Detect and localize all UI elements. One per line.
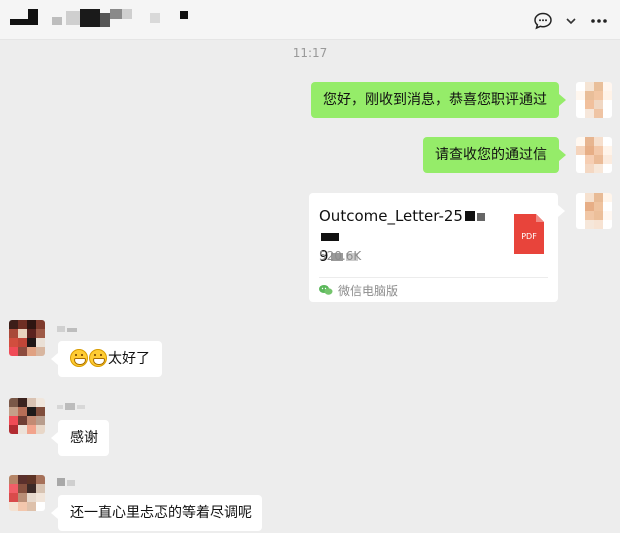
message-text: 您好，刚收到消息，恭喜您职评通过	[323, 92, 547, 108]
message-text: 请查收您的通过信	[435, 147, 547, 163]
chat-window: 11:17 您好，刚收到消息，恭喜您职评通过 请查收您的通过信 Outcome_…	[0, 0, 620, 533]
file-message-card[interactable]: Outcome_Letter-25 9 PDF 520.6K 微信电脑版	[309, 193, 565, 302]
more-icon[interactable]	[588, 10, 610, 32]
pdf-label: PDF	[521, 232, 537, 241]
file-source: 微信电脑版	[319, 282, 398, 298]
wechat-icon	[319, 284, 333, 296]
message-text: 还一直心里忐忑的等着尽调呢	[70, 505, 252, 521]
incoming-message[interactable]: 还一直心里忐忑的等着尽调呢	[51, 495, 262, 531]
contact-avatar[interactable]	[9, 320, 45, 356]
message-text: 感谢	[70, 430, 98, 446]
grin-emoji	[89, 349, 107, 367]
contact-name-redacted	[57, 326, 81, 334]
source-label: 微信电脑版	[338, 283, 399, 298]
my-avatar[interactable]	[576, 82, 612, 118]
chat-bubble-icon[interactable]	[532, 10, 554, 32]
contact-name-redacted	[57, 478, 81, 486]
my-avatar[interactable]	[576, 193, 612, 229]
message-list[interactable]: 11:17 您好，刚收到消息，恭喜您职评通过 请查收您的通过信 Outcome_…	[0, 40, 620, 533]
header-actions	[532, 10, 610, 32]
file-card-divider	[319, 277, 548, 278]
file-size: 520.6K	[319, 249, 362, 263]
message-timestamp: 11:17	[292, 46, 328, 60]
pdf-file-icon: PDF	[514, 214, 544, 254]
incoming-message[interactable]: 感谢	[51, 420, 109, 456]
contact-avatar[interactable]	[9, 475, 45, 511]
my-avatar[interactable]	[576, 137, 612, 173]
chevron-down-icon[interactable]	[564, 10, 578, 32]
contact-name-redacted	[10, 9, 200, 31]
incoming-message[interactable]: 太好了	[51, 341, 162, 377]
contact-name-redacted	[57, 403, 91, 411]
contact-avatar[interactable]	[9, 398, 45, 434]
chat-header	[0, 0, 620, 40]
message-text: 太好了	[108, 351, 150, 367]
outgoing-message[interactable]: 您好，刚收到消息，恭喜您职评通过	[311, 82, 566, 118]
grin-emoji	[70, 349, 88, 367]
outgoing-message[interactable]: 请查收您的通过信	[423, 137, 566, 173]
